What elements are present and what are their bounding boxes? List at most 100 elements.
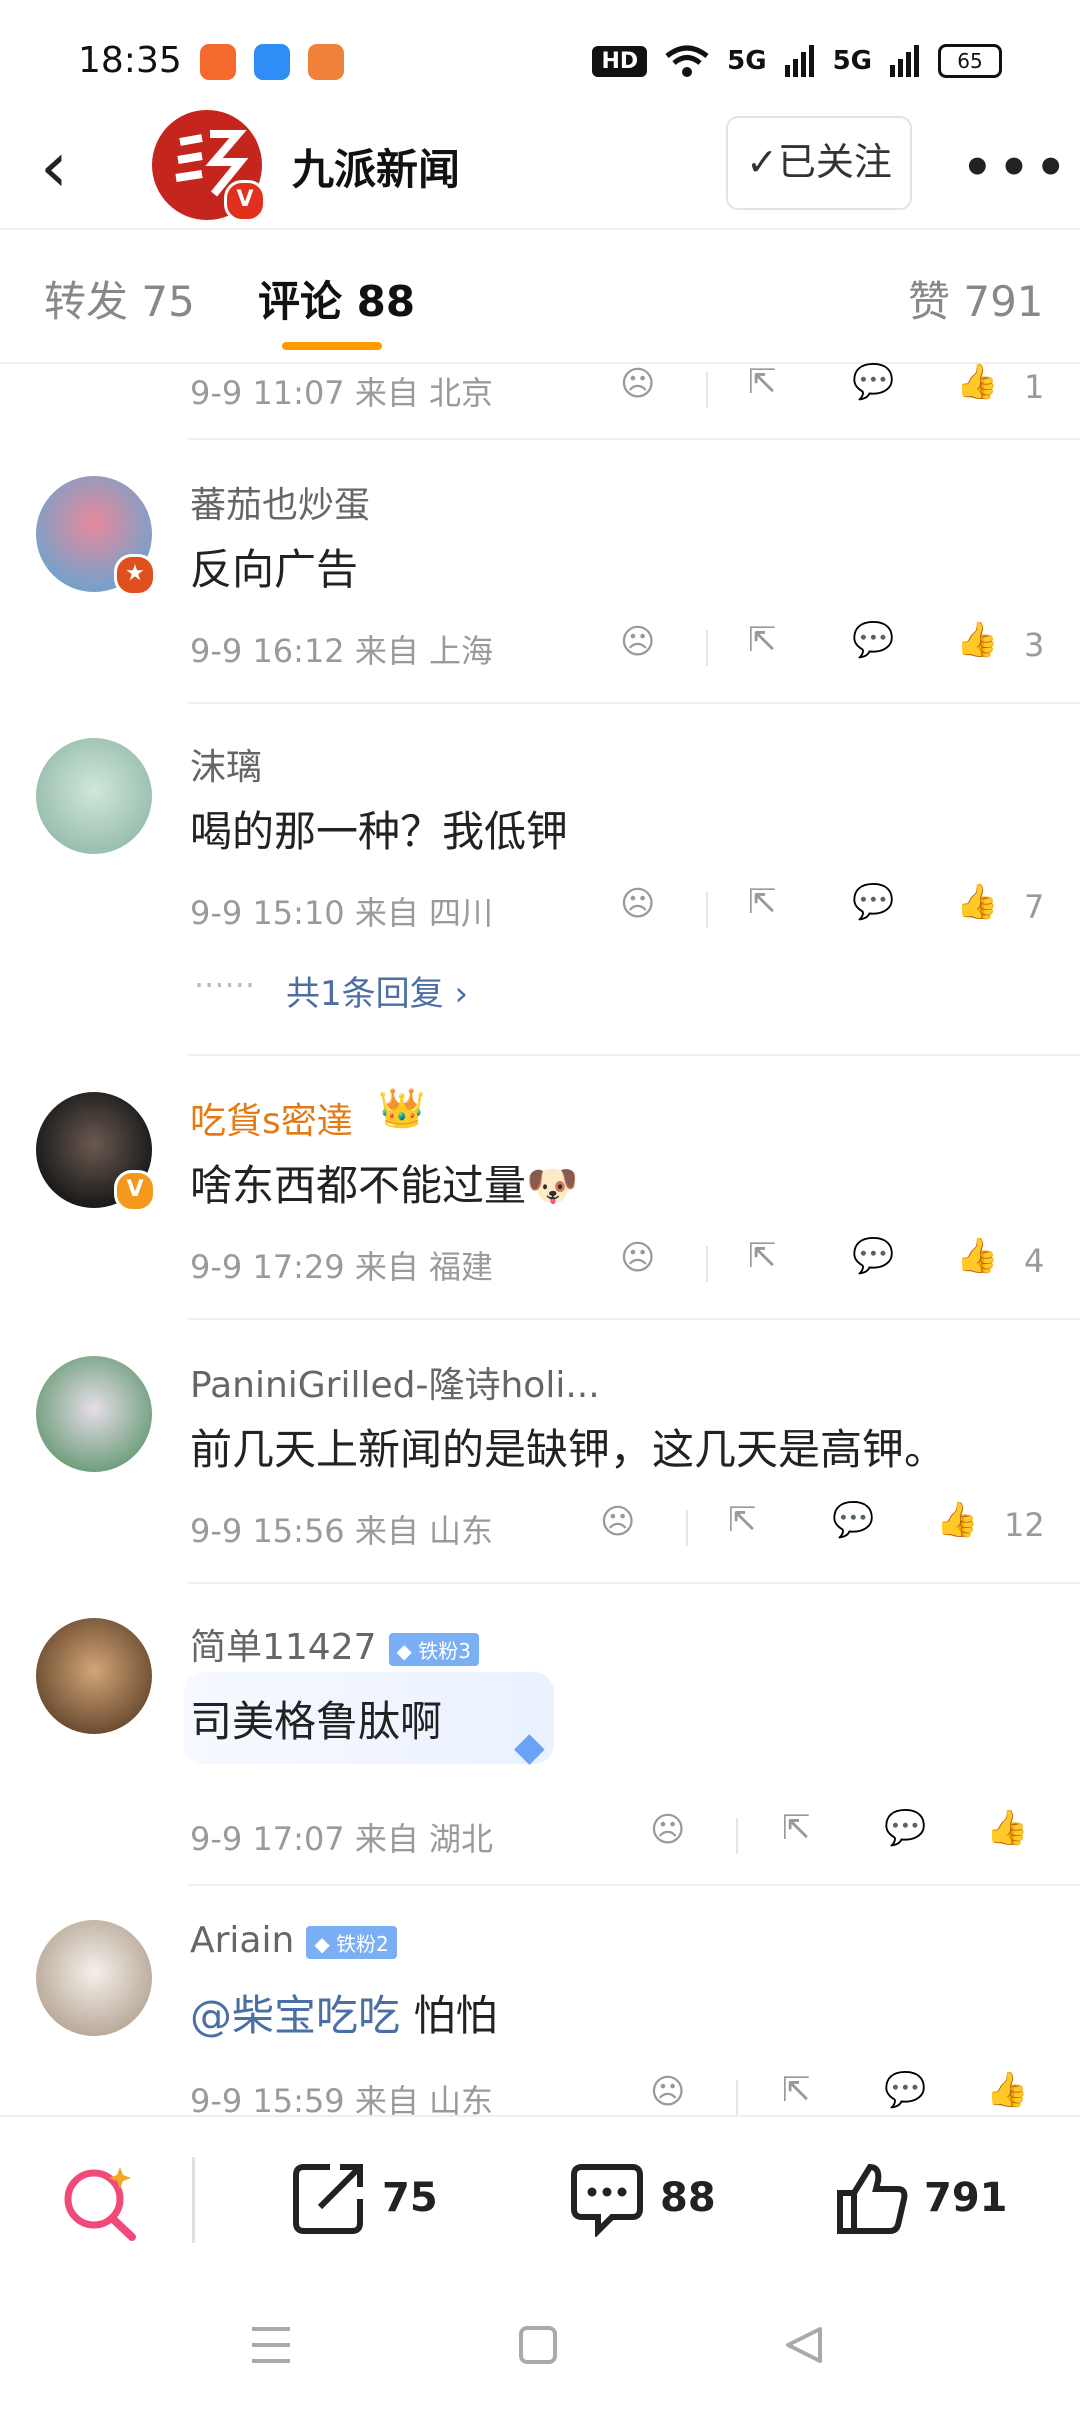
system-nav-bar [0, 2285, 1080, 2414]
menu-icon[interactable] [250, 2325, 292, 2365]
action-divider [706, 892, 708, 928]
share-icon[interactable]: ⇱ [748, 620, 777, 660]
bottom-action-bar: 75 88 791 [0, 2115, 1080, 2287]
comment-icon[interactable]: 💬 [884, 1808, 926, 1848]
share-icon[interactable]: ⇱ [728, 1500, 757, 1540]
app-icon-1 [200, 44, 236, 80]
comment-username[interactable]: 简单11427 ◆ 铁粉3 [190, 1618, 480, 1670]
comment-button[interactable]: 88 [568, 2153, 716, 2243]
follow-button[interactable]: ✓已关注 [726, 116, 912, 210]
like-count: 1 [1024, 368, 1045, 406]
fan-badge-label: 铁粉3 [418, 1638, 472, 1663]
thumbs-up-icon[interactable]: 👍 [936, 1500, 978, 1540]
comment-meta: 9-9 17:29 来自 福建 [190, 1248, 494, 1286]
bar-divider [192, 2157, 195, 2243]
share-icon[interactable]: ⇱ [782, 2070, 811, 2110]
comment-username[interactable]: Ariain ◆ 铁粉2 [190, 1920, 397, 1961]
view-replies-link[interactable]: 共1条回复 › [286, 966, 468, 1015]
avatar[interactable] [36, 1618, 152, 1734]
dislike-icon[interactable]: ☹ [620, 1238, 655, 1278]
more-icon[interactable]: ••• [962, 140, 1072, 196]
replies-dots: ······ [194, 966, 256, 1004]
thumbs-up-icon[interactable]: 👍 [956, 362, 998, 402]
chevron-left-icon[interactable]: ‹ [40, 132, 68, 202]
dislike-icon[interactable]: ☹ [650, 2072, 685, 2112]
signal-bars-icon-1 [784, 45, 814, 77]
comment-text: 前几天上新闻的是缺钾，这几天是高钾。 [190, 1425, 947, 1474]
avatar[interactable] [36, 1920, 152, 2036]
share-icon[interactable]: ⇱ [782, 1808, 811, 1848]
comment-icon[interactable]: 💬 [852, 882, 894, 922]
comment-icon[interactable]: 💬 [852, 1236, 894, 1276]
dislike-icon[interactable]: ☹ [620, 364, 655, 404]
action-divider [706, 372, 708, 408]
top-bar: ‹ V 九派新闻 ✓已关注 ••• [0, 110, 1080, 230]
thumbs-up-icon[interactable]: 👍 [956, 882, 998, 922]
comment-username[interactable]: 吃貨s密達 [190, 1092, 353, 1144]
comment-icon[interactable]: 💬 [832, 1500, 874, 1540]
comment-meta: 9-9 11:07 来自 北京 [190, 374, 494, 412]
action-divider [706, 630, 708, 666]
comment-text: 喝的那一种？我低钾 [190, 807, 569, 856]
signal-5g-icon-2: 5G [832, 46, 872, 76]
share-icon[interactable]: ⇱ [748, 1236, 777, 1276]
comment-item: V 吃貨s密達 👑 啥东西都不能过量🐶 9-9 17:29 来自 福建 ☹ ⇱ … [0, 1056, 1080, 1318]
verified-badge: ★ [114, 554, 156, 596]
back-icon[interactable] [784, 2325, 824, 2365]
home-icon[interactable] [518, 2325, 558, 2365]
tab-bar: 转发 75 评论 88 赞 791 [0, 232, 1080, 362]
username-text: Ariain [190, 1920, 295, 1961]
fan-badge: ◆ 铁粉3 [388, 1632, 480, 1666]
comment-item: PaniniGrilled-隆诗holi... 前几天上新闻的是缺钾，这几天是高… [0, 1320, 1080, 1582]
repost-button[interactable]: 75 [290, 2153, 438, 2243]
comment-count: 88 [660, 2175, 716, 2221]
action-divider [736, 1818, 738, 1854]
dislike-icon[interactable]: ☹ [620, 884, 655, 924]
comment-text: 司美格鲁肽啊 [190, 1697, 443, 1746]
dislike-icon[interactable]: ☹ [600, 1502, 635, 1542]
status-bar: 18:35 HD 5G 5G 65 [0, 0, 1080, 120]
thumbs-up-icon[interactable]: 👍 [956, 620, 998, 660]
comment-icon[interactable]: 💬 [852, 362, 894, 402]
share-icon[interactable]: ⇱ [748, 362, 777, 402]
comment-meta: 9-9 15:59 来自 山东 [190, 2082, 494, 2115]
comment-username[interactable]: 蕃茄也炒蛋 [190, 476, 370, 528]
diamond-icon: ◆ [514, 1724, 545, 1770]
verified-badge: V [224, 180, 266, 222]
app-icon-3 [308, 44, 344, 80]
tab-comments[interactable]: 评论 88 [258, 268, 415, 329]
like-count-total: 791 [924, 2175, 1008, 2221]
tab-active-indicator [282, 342, 382, 350]
comment-username[interactable]: PaniniGrilled-隆诗holi... [190, 1356, 600, 1408]
ai-search-icon[interactable] [58, 2159, 142, 2243]
comment-item: 9-9 11:07 来自 北京 ☹ ⇱ 💬 👍 1 [0, 362, 1080, 438]
like-button[interactable]: 791 [832, 2153, 1008, 2243]
replies-label: 共1条回复 [286, 974, 444, 1014]
verified-badge: V [114, 1170, 156, 1212]
signal-bars-icon-2 [890, 45, 919, 77]
comment-item: ★ 蕃茄也炒蛋 反向广告 9-9 16:12 来自 上海 ☹ ⇱ 💬 👍 3 [0, 440, 1080, 702]
comment-text: @柴宝吃吃 怕怕 [190, 1982, 497, 2043]
avatar[interactable] [36, 1356, 152, 1472]
comment-item: 沫璃 喝的那一种？我低钾 9-9 15:10 来自 四川 ☹ ⇱ 💬 👍 7 ·… [0, 704, 1080, 1054]
like-count: 12 [1004, 1506, 1045, 1544]
thumbs-up-icon [837, 2163, 908, 2234]
comment-icon[interactable]: 💬 [884, 2070, 926, 2110]
comment-icon[interactable]: 💬 [852, 620, 894, 660]
thumbs-up-icon[interactable]: 👍 [986, 1808, 1028, 1848]
comment-text-body: 啥东西都不能过量 [190, 1161, 527, 1210]
comment-text-body: 怕怕 [400, 1991, 498, 2040]
thumbs-up-icon[interactable]: 👍 [956, 1236, 998, 1276]
dislike-icon[interactable]: ☹ [650, 1810, 685, 1850]
avatar[interactable] [36, 738, 152, 854]
tab-repost[interactable]: 转发 75 [44, 268, 195, 329]
comment-meta: 9-9 15:10 来自 四川 [190, 894, 494, 932]
header-divider [0, 228, 1080, 230]
thumbs-up-icon[interactable]: 👍 [986, 2070, 1028, 2110]
mention-link[interactable]: @柴宝吃吃 [190, 1991, 400, 2040]
dislike-icon[interactable]: ☹ [620, 622, 655, 662]
share-icon[interactable]: ⇱ [748, 882, 777, 922]
comment-item: 简单11427 ◆ 铁粉3 司美格鲁肽啊 ◆ 9-9 17:07 来自 湖北 ☹ … [0, 1584, 1080, 1884]
tab-likes[interactable]: 赞 791 [908, 268, 1044, 329]
comment-username[interactable]: 沫璃 [190, 738, 262, 790]
